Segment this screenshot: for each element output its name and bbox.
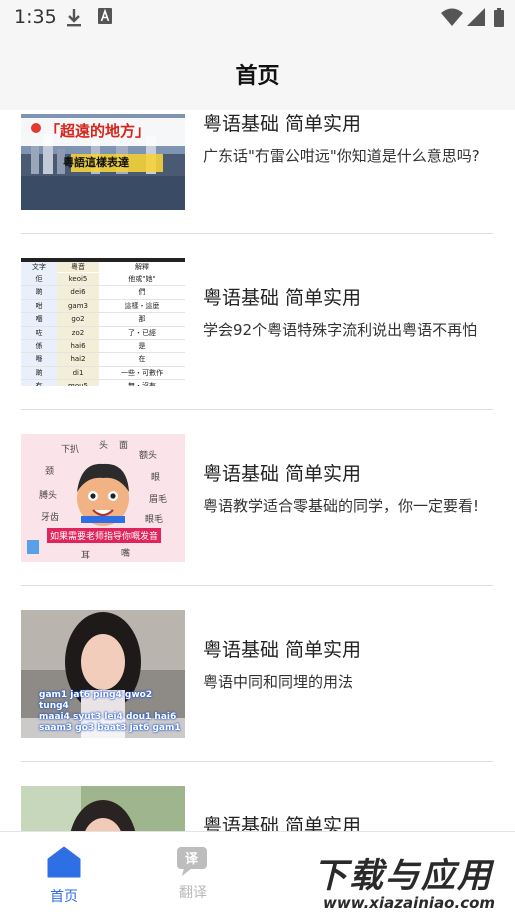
translate-icon: 译: [176, 846, 210, 878]
watermark: 下载与应用 www.xiazainiao.com: [305, 842, 515, 917]
tab-home-label: 首页: [50, 889, 78, 905]
presenter-image: [21, 786, 185, 831]
list-item[interactable]: gam1 jat6 ping4 gwo2 tung4 maai4 syut3 l…: [0, 586, 515, 762]
table-cell: gam3: [57, 299, 99, 313]
table-cell: 喺: [35, 355, 43, 364]
table-row: 喺 hai2 在: [21, 353, 185, 367]
thumbnail-caption-2: 粵語這樣表達: [63, 156, 129, 169]
table-row: 係 hai6 是: [21, 339, 185, 354]
label-word: 牙齿: [41, 513, 60, 523]
table-cell: 是: [138, 341, 146, 350]
page-title: 首页: [235, 64, 280, 89]
thumbnail-table: 文字 粵音 解釋 佢 keoi5 他或"她" 啲 dei6 們咁 gam3 這樣・這麼嗰 go2…: [21, 258, 185, 386]
status-bar: 1:35: [0, 0, 515, 36]
item-title: 粤语基础 简单实用: [203, 463, 362, 485]
app-notification-icon: [98, 8, 112, 24]
table-cell: 啲: [35, 368, 43, 377]
table-cell: 這樣・這麼: [124, 301, 160, 310]
item-description: 广东话"冇雷公咁远"你知道是什么意思吗?: [203, 147, 480, 165]
label-word: 额头: [139, 451, 158, 461]
subtitle-line: saam3 go3 baat3 jat6 gam1: [39, 723, 181, 733]
table-header: 粵音: [57, 262, 99, 272]
label-word: 眉毛: [149, 495, 168, 505]
table-row: 咁 gam3 這樣・這麼: [21, 299, 185, 314]
signal-icon: [467, 8, 485, 26]
table-cell: 啲: [35, 288, 43, 297]
table-header: 解釋: [135, 263, 149, 271]
download-icon: [67, 9, 81, 27]
label-word: 膊头: [39, 491, 58, 501]
table-cell: 嗰: [35, 315, 43, 324]
table-cell: di1: [57, 366, 99, 380]
table-cell: 係: [35, 341, 43, 350]
list-item[interactable]: 粤语基础 简单实用: [0, 762, 515, 831]
list-item[interactable]: 文字 粵音 解釋 佢 keoi5 他或"她" 啲 dei6 們咁 gam3 這樣・這麼嗰 go2…: [0, 234, 515, 410]
tab-translate-label: 翻译: [179, 885, 207, 901]
label-word: 眼: [151, 473, 161, 483]
table-header: 文字: [32, 263, 46, 271]
table-cell: 無・沒有: [99, 380, 185, 386]
table-row: 咗 zo2 了・已經: [21, 326, 185, 340]
table-cell: hai2: [57, 353, 99, 366]
watermark-main: 下载与应用: [313, 856, 493, 896]
table-cell: 佢: [35, 275, 43, 283]
home-icon: [47, 846, 81, 878]
table-cell: 了・已經: [128, 328, 156, 337]
list-item[interactable]: 下扒 头 面 额头 颈 眼 膊头 眉毛 牙齿 眼毛 嘴 耳 如果需要老师指导你嘅…: [0, 410, 515, 586]
table-cell: 那: [138, 315, 146, 324]
table-cell: 咁: [35, 301, 43, 310]
table-cell: 他或"她": [128, 275, 156, 283]
battery-icon: [494, 8, 504, 27]
table-cell: dei6: [57, 286, 99, 299]
label-word: 头: [99, 441, 109, 451]
item-title: 粤语基础 简单实用: [203, 287, 362, 309]
label-word: 嘴: [121, 549, 131, 559]
table-cell: hai6: [57, 339, 99, 353]
video-thumbnail[interactable]: 「超遠的地方」 粵語這樣表達: [21, 114, 185, 210]
table-cell: 咗: [35, 328, 43, 337]
table-row: 佢 keoi5 他或"她": [21, 273, 185, 287]
thumbnail-caption-1: 「超遠的地方」: [45, 122, 151, 140]
wifi-icon: [441, 8, 463, 26]
table-cell: 一些・可數作: [121, 368, 163, 377]
table-row: 啲 di1 一些・可數作: [21, 366, 185, 381]
watermark-url: www.xiazainiao.com: [323, 894, 496, 912]
label-word: 面: [119, 441, 129, 451]
thumbnail-badge: 如果需要老师指导你嘅发音: [47, 528, 162, 543]
table-cell: keoi5: [57, 273, 99, 286]
label-word: 下扒: [61, 445, 80, 455]
video-thumbnail[interactable]: 文字 粵音 解釋 佢 keoi5 他或"她" 啲 dei6 們咁 gam3 這樣・這麼嗰 go2…: [21, 258, 185, 386]
status-time: 1:35: [14, 6, 57, 28]
item-title: 粤语基础 简单实用: [203, 113, 362, 135]
label-word: 耳: [81, 551, 91, 561]
video-thumbnail[interactable]: gam1 jat6 ping4 gwo2 tung4 maai4 syut3 l…: [21, 610, 185, 738]
item-title: 粤语基础 简单实用: [203, 639, 362, 661]
item-title: 粤语基础 简单实用: [203, 815, 362, 831]
table-row: 冇mou5無・沒有: [21, 380, 185, 386]
app-header: 首页: [0, 36, 515, 110]
label-word: 眼毛: [145, 515, 164, 525]
subtitle-line: maai4 syut3 lei4 dou1 hai6: [39, 712, 177, 722]
list-item[interactable]: 「超遠的地方」 粵語這樣表達 粤语基础 简单实用 广东话"冇雷公咁远"你知道是什…: [0, 110, 515, 234]
item-description: 粤语中同和同埋的用法: [203, 673, 354, 691]
video-thumbnail[interactable]: 下扒 头 面 额头 颈 眼 膊头 眉毛 牙齿 眼毛 嘴 耳 如果需要老师指导你嘅…: [21, 434, 185, 562]
video-thumbnail[interactable]: [21, 786, 185, 831]
table-cell: 在: [138, 355, 146, 364]
table-cell: zo2: [57, 326, 99, 339]
table-row: 啲 dei6 們: [21, 286, 185, 300]
table-cell: mou5: [57, 380, 99, 386]
table-row: 嗰 go2 那: [21, 313, 185, 327]
translate-icon-glyph: 译: [185, 852, 199, 867]
tab-home[interactable]: 首页: [24, 846, 104, 906]
subtitle-line: gam1 jat6 ping4 gwo2 tung4: [39, 690, 153, 711]
label-word: 颈: [45, 467, 55, 477]
table-cell: 冇: [21, 380, 57, 386]
item-description: 学会92个粤语特殊字流利说出粤语不再怕: [203, 321, 478, 339]
tab-translate[interactable]: 译 翻译: [153, 846, 233, 902]
video-feed-list[interactable]: 「超遠的地方」 粵語這樣表達 粤语基础 简单实用 广东话"冇雷公咁远"你知道是什…: [0, 110, 515, 831]
table-cell: go2: [57, 313, 99, 326]
item-description: 粤语教学适合零基础的同学，你一定要看!: [203, 497, 480, 515]
table-cell: 們: [138, 288, 146, 297]
